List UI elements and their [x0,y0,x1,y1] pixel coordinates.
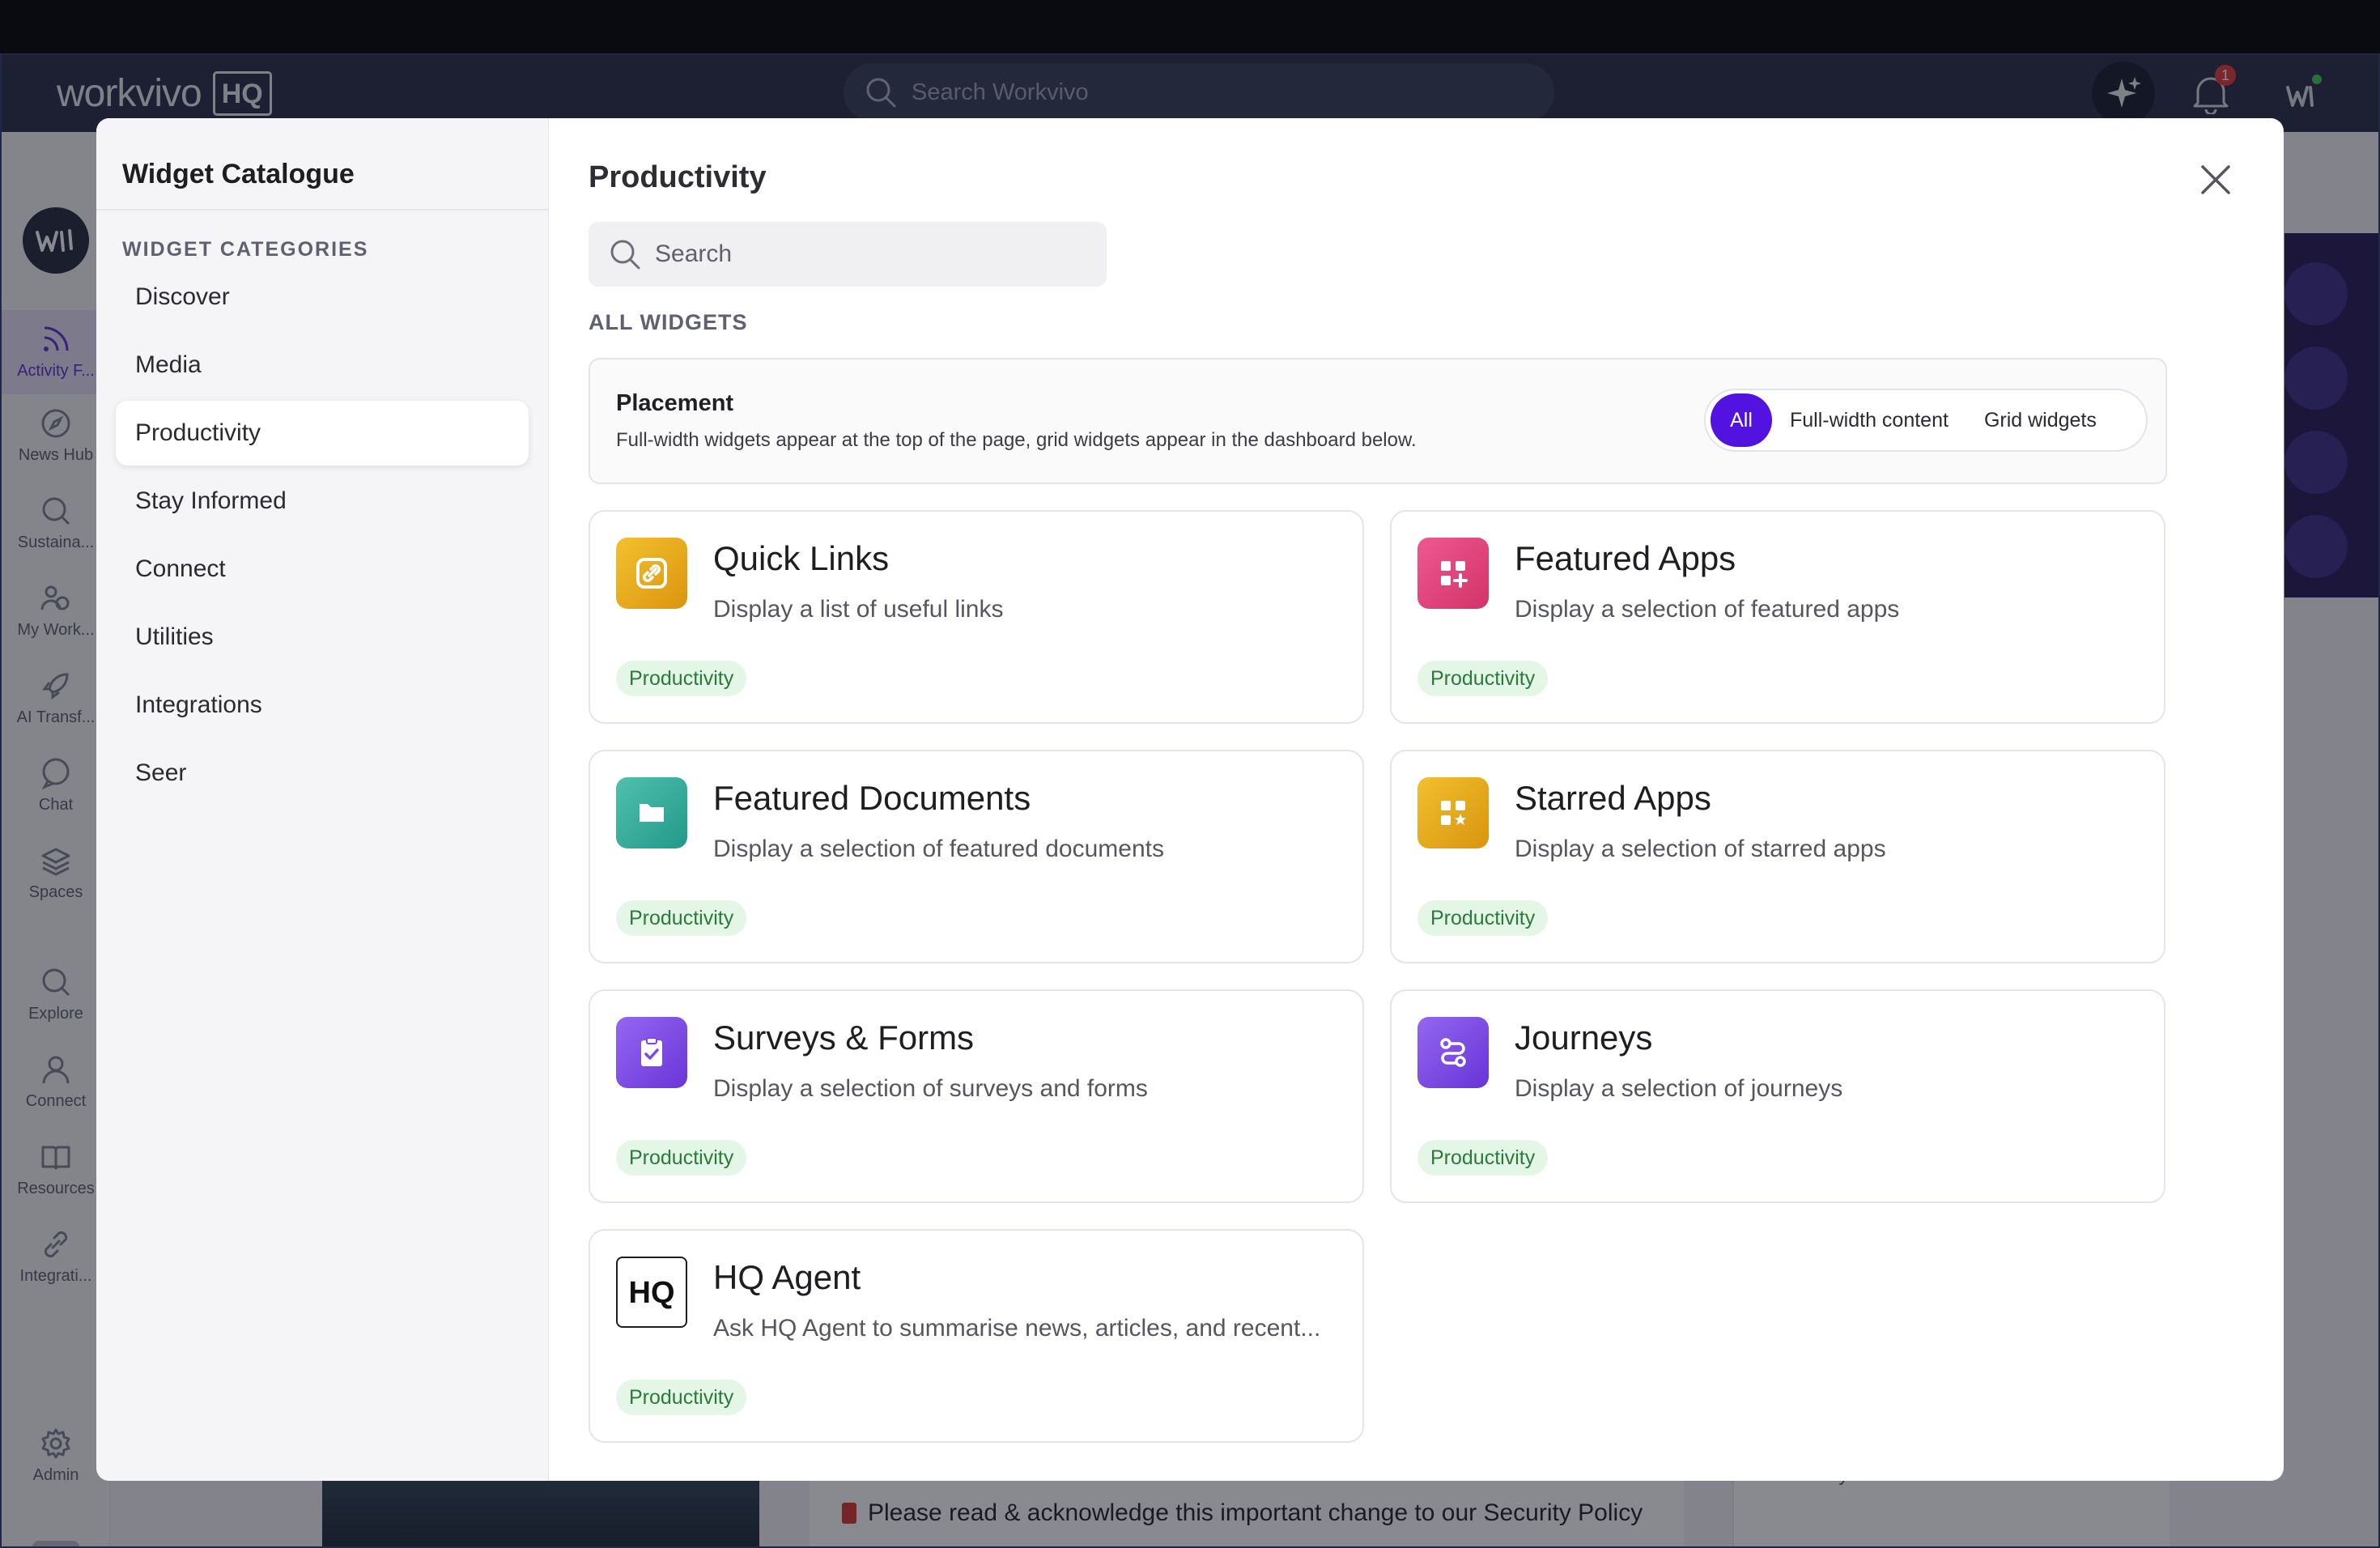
svg-text:HQ: HQ [629,1276,675,1310]
widget-description: Display a selection of starred apps [1515,836,1886,862]
apps-plus-icon [1417,538,1489,609]
widget-card-featured-apps[interactable]: Featured Apps Display a selection of fea… [1390,510,2165,724]
category-tag: Productivity [1417,661,1549,696]
hq-logo-icon: HQ [616,1257,687,1328]
category-seer[interactable]: Seer [116,741,529,806]
link-icon [616,538,687,609]
category-productivity[interactable]: Productivity [116,401,529,466]
clipboard-check-icon [616,1017,687,1088]
widget-description: Display a selection of featured apps [1515,596,1900,623]
widget-description: Display a selection of surveys and forms [713,1075,1148,1102]
widget-description: Display a list of useful links [713,596,1004,623]
widget-title: Featured Documents [713,779,1031,817]
widget-title: Quick Links [713,539,890,577]
section-heading: ALL WIDGETS [589,310,748,334]
placement-segmented-control: All Full-width content Grid widgets [1704,389,2148,452]
placement-description: Full-width widgets appear at the top of … [616,429,1417,451]
apps-star-icon [1417,777,1489,848]
widget-title: Surveys & Forms [713,1019,975,1057]
category-tag: Productivity [616,1140,747,1176]
placement-full-width-button[interactable]: Full-width content [1772,393,1966,447]
close-icon [2199,164,2232,196]
widget-card-quick-links[interactable]: Quick Links Display a list of useful lin… [589,510,1364,724]
folder-icon [616,777,687,848]
divider [96,209,549,211]
catalogue-sidebar: Widget Catalogue WIDGET CATEGORIES Disco… [96,118,549,1481]
category-utilities[interactable]: Utilities [116,605,529,670]
category-media[interactable]: Media [116,333,529,398]
widget-card-journeys[interactable]: Journeys Display a selection of journeys… [1390,989,2165,1203]
widget-description: Display a selection of featured document… [713,836,1164,862]
category-integrations[interactable]: Integrations [116,673,529,738]
sidebar-title: Widget Catalogue [122,159,355,189]
search-icon [608,237,642,271]
widget-description: Ask HQ Agent to summarise news, articles… [713,1315,1321,1342]
placement-grid-button[interactable]: Grid widgets [1966,393,2114,447]
category-stay-informed[interactable]: Stay Informed [116,469,529,534]
widget-card-starred-apps[interactable]: Starred Apps Display a selection of star… [1390,750,2165,963]
widget-title: HQ Agent [713,1258,861,1296]
route-icon [1417,1017,1489,1088]
category-tag: Productivity [1417,900,1549,936]
widget-card-featured-documents[interactable]: Featured Documents Display a selection o… [589,750,1364,963]
widget-description: Display a selection of journeys [1515,1075,1843,1102]
category-connect[interactable]: Connect [116,537,529,602]
placement-filter: Placement Full-width widgets appear at t… [589,358,2167,484]
page-title: Productivity [589,160,767,194]
category-tag: Productivity [616,1380,747,1415]
category-tag: Productivity [616,900,747,936]
widget-search[interactable] [589,222,1107,287]
placement-title: Placement [616,390,734,416]
widget-title: Starred Apps [1515,779,1711,817]
category-tag: Productivity [1417,1140,1549,1176]
widget-card-hq-agent[interactable]: HQ HQ Agent Ask HQ Agent to summarise ne… [589,1229,1364,1443]
widget-title: Journeys [1515,1019,1653,1057]
widget-card-surveys-forms[interactable]: Surveys & Forms Display a selection of s… [589,989,1364,1203]
categories-heading: WIDGET CATEGORIES [122,238,369,261]
widget-title: Featured Apps [1515,539,1736,577]
category-tag: Productivity [616,661,747,696]
widget-catalogue-modal: Widget Catalogue WIDGET CATEGORIES Disco… [96,118,2284,1481]
placement-all-button[interactable]: All [1711,393,1772,447]
category-discover[interactable]: Discover [116,265,529,330]
widget-search-input[interactable] [655,240,1092,268]
close-button[interactable] [2193,157,2238,202]
